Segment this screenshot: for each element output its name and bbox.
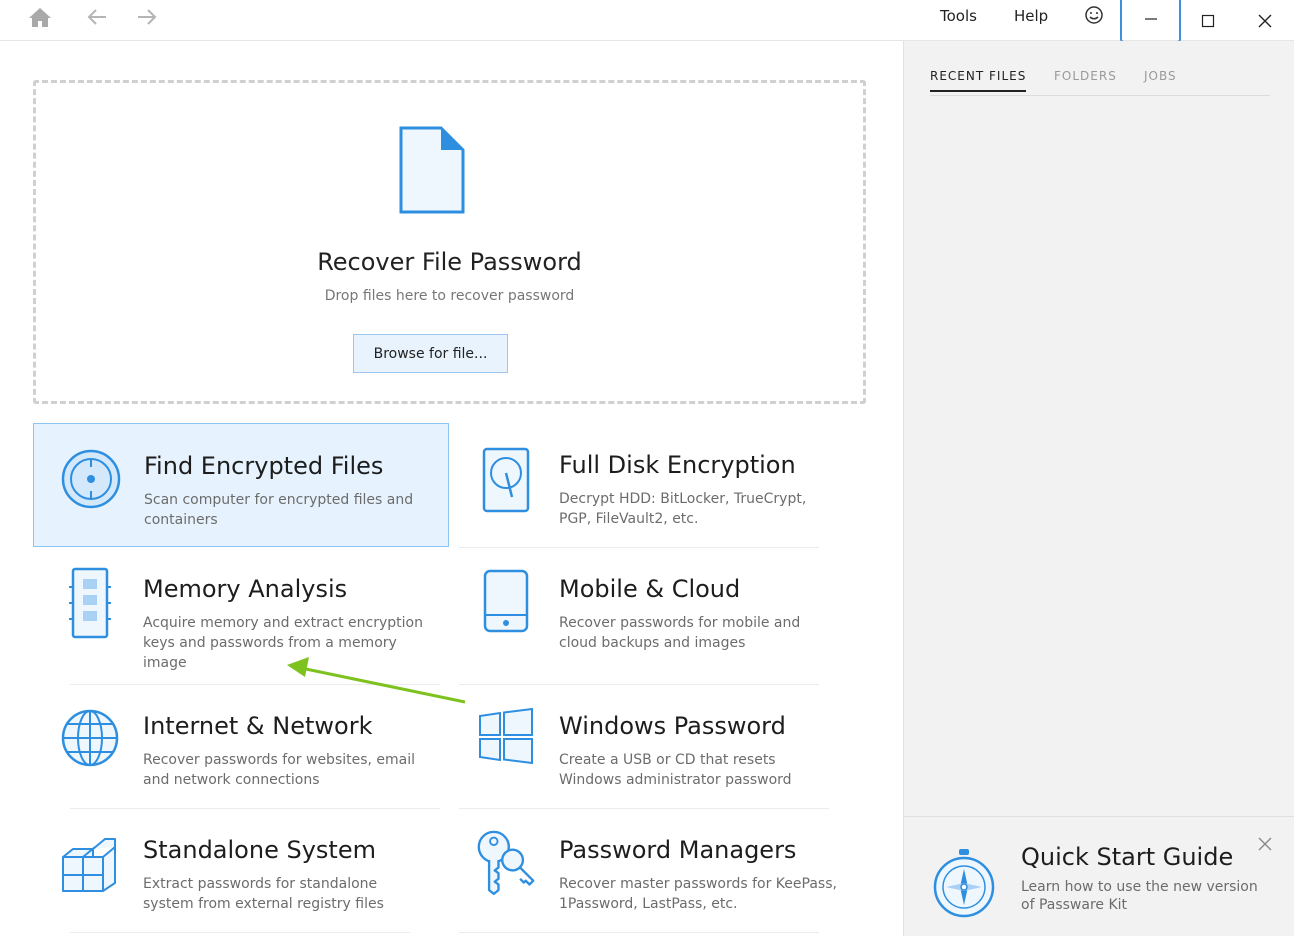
quick-start-description: Learn how to use the new version of Pass… [1021,879,1258,913]
tile-description: Recover master passwords for KeePass, 1P… [559,876,837,912]
divider [459,932,819,933]
tile-title: Mobile & Cloud [559,575,741,603]
tile-windows-password[interactable]: Windows Password Create a USB or CD that… [449,684,865,808]
tile-description: Decrypt HDD: BitLocker, TrueCrypt, PGP, … [559,491,807,527]
minimize-icon [1144,17,1157,20]
main-area: Recover File Password Drop files here to… [0,41,903,936]
maximize-icon [1201,14,1215,27]
tile-full-disk-encryption[interactable]: Full Disk Encryption Decrypt HDD: BitLoc… [449,423,865,547]
tab-recent-files[interactable]: RECENT FILES [930,69,1027,92]
title-bar: Tools Help [0,0,1294,43]
close-icon [1258,837,1272,851]
tile-standalone-system[interactable]: Standalone System Extract passwords for … [33,808,449,932]
home-icon [29,8,51,27]
browse-for-file-button[interactable]: Browse for file... [353,334,508,373]
tile-description: Recover passwords for websites, email an… [143,752,416,788]
back-button[interactable] [80,4,114,30]
tile-mobile-and-cloud[interactable]: Mobile & Cloud Recover passwords for mob… [449,547,865,685]
annotation-arrow [287,657,466,704]
tile-description: Scan computer for encrypted files and co… [144,492,414,528]
menu-tools[interactable]: Tools [940,7,977,25]
tile-title: Full Disk Encryption [559,451,796,479]
quick-start-close-button[interactable] [1257,836,1275,854]
tab-jobs[interactable]: JOBS [1144,69,1177,90]
side-panel: RECENT FILES FOLDERS JOBS Quick Start Gu… [903,41,1294,936]
tile-title: Windows Password [559,712,786,740]
file-icon [399,126,465,218]
dropzone-subtitle: Drop files here to recover password [324,288,575,304]
tile-find-encrypted-files[interactable]: Find Encrypted Files Scan computer for e… [33,423,449,547]
windows-logo-icon [475,708,537,778]
tile-title: Standalone System [143,836,376,864]
app-window: Tools Help Recover File Password Drop fi… [0,0,1294,936]
dropzone-title: Recover File Password [317,248,582,276]
maximize-button[interactable] [1183,0,1233,41]
close-icon [1258,14,1272,27]
globe-icon [59,708,121,778]
tile-description: Recover passwords for mobile and cloud b… [559,615,801,651]
memory-chip-icon [59,567,121,639]
file-drop-zone[interactable]: Recover File Password Drop files here to… [33,80,866,404]
forward-button[interactable] [130,4,164,30]
side-tabs: RECENT FILES FOLDERS JOBS [930,69,1270,96]
tile-description: Create a USB or CD that resets Windows a… [559,752,792,788]
home-button[interactable] [23,4,57,30]
arrow-right-icon [138,9,157,25]
tile-title: Memory Analysis [143,575,348,603]
smiley-icon [1085,6,1103,24]
disc-scan-icon [60,449,122,519]
arrow-left-icon [87,9,106,25]
divider [70,932,410,933]
cubes-icon [59,837,121,907]
compass-icon [932,847,996,923]
menu-help[interactable]: Help [1014,7,1048,25]
tile-title: Find Encrypted Files [144,452,384,480]
quick-start-title: Quick Start Guide [1021,843,1234,871]
tile-password-managers[interactable]: Password Managers Recover master passwor… [449,808,865,932]
tile-description: Extract passwords for standalone system … [143,876,384,912]
minimize-button[interactable] [1120,0,1181,43]
quick-start-card[interactable]: Quick Start Guide Learn how to use the n… [904,816,1294,936]
tab-folders[interactable]: FOLDERS [1054,69,1117,90]
feedback-button[interactable] [1077,2,1111,28]
keys-icon [475,826,537,896]
tile-title: Password Managers [559,836,797,864]
tile-title: Internet & Network [143,712,373,740]
mobile-phone-icon [475,569,537,639]
close-window-button[interactable] [1240,0,1290,41]
hard-disk-icon [475,447,537,517]
